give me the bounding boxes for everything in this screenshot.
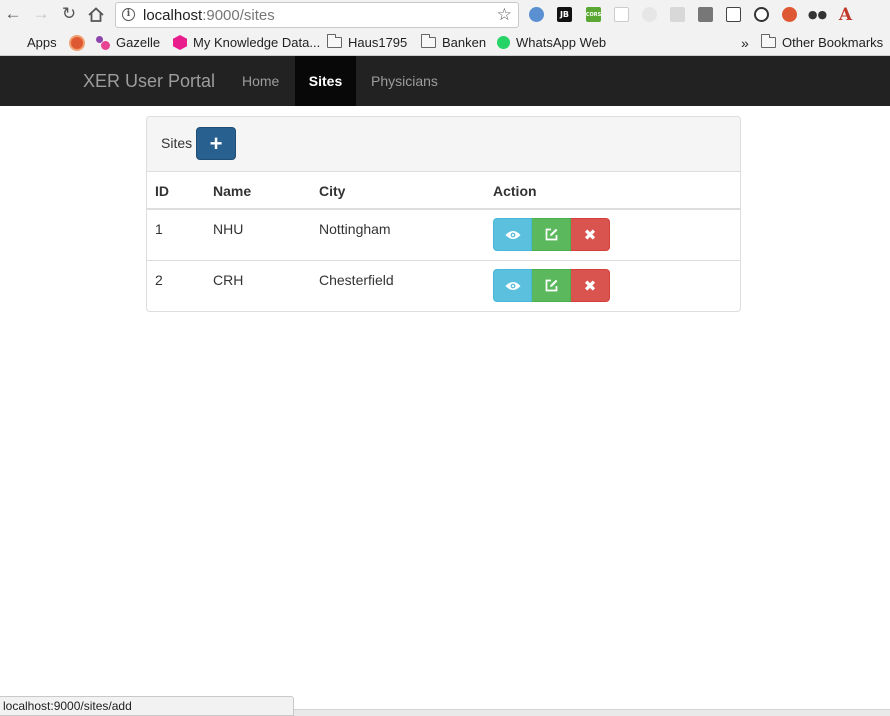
header-city: City (319, 183, 346, 199)
add-site-button[interactable]: + (196, 127, 236, 160)
bookmark-star-icon[interactable]: ☆ (497, 5, 512, 25)
remove-icon: ✖ (583, 226, 597, 244)
delete-button[interactable]: ✖ (571, 269, 610, 302)
view-button[interactable] (493, 218, 532, 251)
edit-button[interactable] (532, 269, 571, 302)
bookmarks-bar: Apps Gazelle My Knowledge Data... Haus17… (0, 30, 890, 56)
row-actions: ✖ (493, 218, 610, 251)
gazelle-icon (96, 35, 110, 50)
apps-grid-icon (8, 36, 21, 49)
folder-icon (421, 34, 436, 48)
reload-icon[interactable]: ↻ (59, 4, 79, 24)
folder-icon (327, 34, 342, 48)
eye-icon (505, 230, 520, 239)
delete-button[interactable]: ✖ (571, 218, 610, 251)
whatsapp-icon (497, 36, 510, 49)
url-text: localhost:9000/sites (143, 7, 275, 24)
status-strip (294, 709, 890, 716)
edit-icon (545, 279, 557, 292)
address-bar[interactable]: i localhost:9000/sites ☆ (115, 2, 519, 28)
hexagon-icon (173, 35, 187, 50)
table-header-divider (147, 208, 740, 210)
font-icon[interactable]: A (838, 5, 853, 25)
cors-icon[interactable]: CORS (586, 7, 601, 22)
eye-icon (505, 281, 520, 290)
globe-icon[interactable] (529, 7, 544, 22)
info-icon[interactable]: i (122, 8, 135, 21)
square-icon[interactable] (698, 7, 713, 22)
cell-city: Chesterfield (319, 272, 394, 288)
bookmark-whatsapp[interactable]: WhatsApp Web (497, 35, 606, 50)
bookmark-banken[interactable]: Banken (421, 34, 486, 50)
more-bookmarks-chevron-icon[interactable]: » (741, 35, 749, 51)
panel-title: Sites (161, 135, 193, 151)
duckduckgo-icon (69, 35, 85, 51)
cell-id: 1 (155, 221, 163, 237)
bookmark-duckduckgo[interactable] (69, 35, 91, 51)
cell-name: NHU (213, 221, 244, 237)
sites-panel: Sites + ID Name City Action 1 NHU Nottin… (146, 116, 741, 312)
header-id: ID (155, 183, 169, 199)
folder-icon (761, 34, 776, 48)
edit-icon (545, 228, 557, 241)
row-divider (147, 260, 740, 261)
bookmark-other[interactable]: Other Bookmarks (761, 34, 883, 50)
nav-home[interactable]: Home (227, 56, 294, 106)
glasses-icon[interactable]: ●● (808, 7, 827, 22)
app-navbar: XER User Portal Home Sites Physicians (0, 56, 890, 106)
remove-icon: ✖ (583, 277, 597, 295)
bookmark-gazelle[interactable]: Gazelle (96, 35, 160, 50)
nav-sites[interactable]: Sites (295, 56, 356, 106)
nav-physicians[interactable]: Physicians (356, 56, 453, 106)
brand-link[interactable]: XER User Portal (83, 71, 215, 92)
row-actions: ✖ (493, 269, 610, 302)
header-name: Name (213, 183, 252, 199)
header-action: Action (493, 183, 537, 199)
angular-icon[interactable] (670, 7, 685, 22)
cell-city: Nottingham (319, 221, 391, 237)
cell-id: 2 (155, 272, 163, 288)
leaf-icon[interactable] (642, 7, 657, 22)
bookmark-apps[interactable]: Apps (8, 35, 57, 50)
link-status-bubble: localhost:9000/sites/add (0, 696, 294, 716)
panel-heading: Sites + (147, 117, 740, 172)
bookmark-haus1795[interactable]: Haus1795 (327, 34, 407, 50)
back-icon[interactable]: ← (3, 4, 23, 24)
edit-button[interactable] (532, 218, 571, 251)
browser-toolbar: ← → ↻ i localhost:9000/sites ☆ JB CORS ●… (0, 0, 890, 30)
duckduckgo-icon[interactable] (782, 7, 797, 22)
jb-icon[interactable]: JB (557, 7, 572, 22)
bus-icon[interactable] (726, 7, 741, 22)
home-icon[interactable] (86, 4, 106, 24)
cell-name: CRH (213, 272, 244, 288)
view-button[interactable] (493, 269, 532, 302)
blank-icon[interactable] (614, 7, 629, 22)
refresh-ext-icon[interactable] (754, 7, 769, 22)
forward-icon[interactable]: → (31, 4, 51, 24)
bookmark-knowledge[interactable]: My Knowledge Data... (173, 35, 320, 50)
plus-icon: + (209, 130, 223, 156)
